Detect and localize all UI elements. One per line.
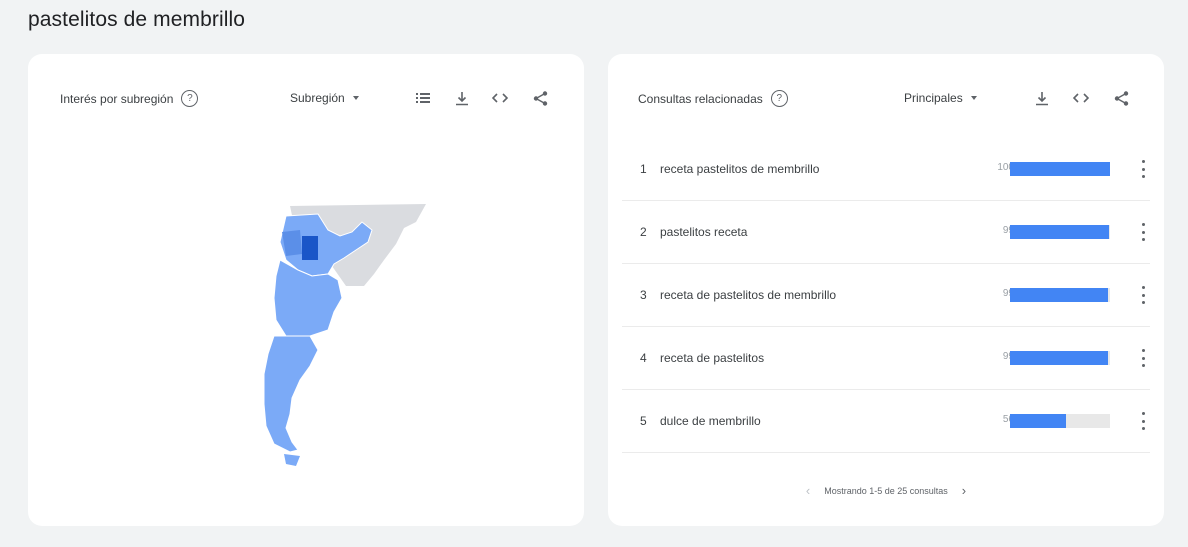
region-interest-card: Interés por subregión ? Subregión: [28, 54, 584, 526]
page-title: pastelitos de membrillo: [28, 8, 246, 31]
query-text[interactable]: pastelitos receta: [660, 225, 747, 239]
map-region-highlight: [302, 236, 318, 260]
more-options-icon[interactable]: [1138, 349, 1148, 367]
query-value: 99: [1002, 225, 1014, 236]
query-bar-track: [1010, 162, 1110, 176]
map-region-south: [263, 335, 319, 453]
query-rank: 4: [640, 351, 647, 365]
query-value: 56: [1002, 414, 1014, 425]
principales-select[interactable]: Principales: [894, 82, 987, 114]
query-row[interactable]: 2 pastelitos receta 99: [622, 201, 1150, 264]
pagination-text: Mostrando 1-5 de 25 consultas: [824, 485, 948, 496]
pagination: ‹ Mostrando 1-5 de 25 consultas ›: [608, 483, 1164, 498]
query-row[interactable]: 3 receta de pastelitos de membrillo 99: [622, 264, 1150, 327]
more-options-icon[interactable]: [1138, 223, 1148, 241]
query-value: 99: [1002, 288, 1014, 299]
query-bar-fill: [1010, 351, 1108, 365]
query-bar-track: [1010, 414, 1110, 428]
query-rank: 3: [640, 288, 647, 302]
more-options-icon[interactable]: [1138, 412, 1148, 430]
related-queries-list: 1 receta pastelitos de membrillo 100 2 p…: [622, 138, 1150, 453]
caret-down-icon: [970, 96, 977, 100]
chevron-left-icon[interactable]: ‹: [806, 483, 810, 498]
query-rank: 5: [640, 414, 647, 428]
query-bar-track: [1010, 351, 1110, 365]
help-icon[interactable]: ?: [770, 90, 788, 107]
query-value: 100: [997, 162, 1014, 173]
query-rank: 1: [640, 162, 647, 176]
queries-card-title-text: Consultas relacionadas: [638, 91, 763, 106]
query-bar-fill: [1010, 225, 1109, 239]
queries-card-header: Consultas relacionadas ? Principales: [608, 54, 1164, 142]
query-text[interactable]: receta de pastelitos de membrillo: [660, 288, 836, 302]
chevron-right-icon[interactable]: ›: [962, 483, 966, 498]
query-bar-fill: [1010, 162, 1110, 176]
more-options-icon[interactable]: [1138, 160, 1148, 178]
query-row[interactable]: 4 receta de pastelitos 99: [622, 327, 1150, 390]
embed-icon[interactable]: [1071, 88, 1091, 108]
map-region-tierra-del-fuego: [284, 454, 300, 466]
query-row[interactable]: 5 dulce de membrillo 56: [622, 390, 1150, 453]
query-value: 99: [1002, 351, 1014, 362]
related-queries-card: Consultas relacionadas ? Principales 1 r…: [608, 54, 1164, 526]
query-row[interactable]: 1 receta pastelitos de membrillo 100: [622, 138, 1150, 201]
download-icon[interactable]: [1032, 88, 1052, 108]
query-bar-fill: [1010, 414, 1066, 428]
query-bar-track: [1010, 225, 1110, 239]
share-icon[interactable]: [1111, 88, 1131, 108]
query-bar-fill: [1010, 288, 1108, 302]
query-rank: 2: [640, 225, 647, 239]
query-bar-track: [1010, 288, 1110, 302]
argentina-map[interactable]: [28, 54, 584, 526]
query-text[interactable]: receta pastelitos de membrillo: [660, 162, 819, 176]
more-options-icon[interactable]: [1138, 286, 1148, 304]
principales-select-label: Principales: [904, 91, 963, 105]
query-text[interactable]: receta de pastelitos: [660, 351, 764, 365]
queries-card-title: Consultas relacionadas ?: [638, 90, 788, 107]
query-text[interactable]: dulce de membrillo: [660, 414, 761, 428]
